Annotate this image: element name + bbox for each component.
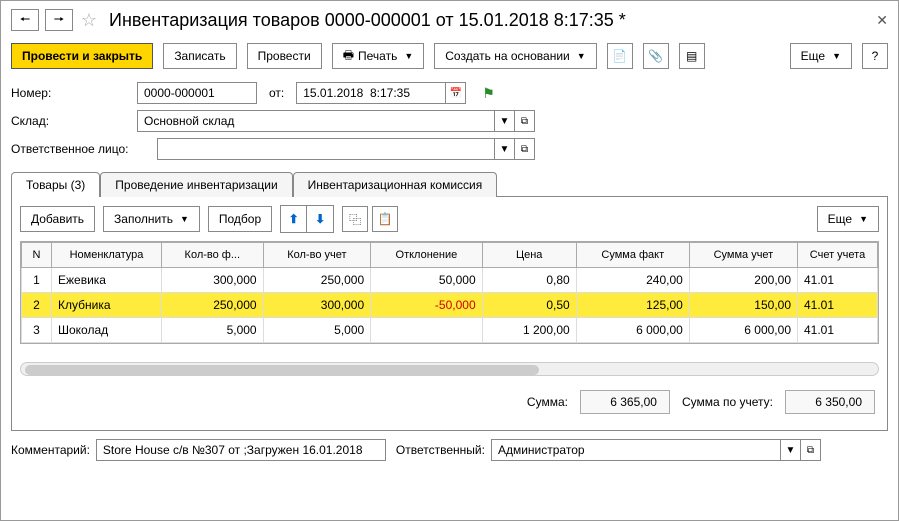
sum-value: 6 365,00 bbox=[580, 390, 670, 414]
nav-back-button[interactable]: 🠔 bbox=[11, 9, 39, 31]
print-button[interactable]: 🖶 Печать ▼ bbox=[332, 43, 425, 69]
chevron-down-icon: ▼ bbox=[859, 214, 868, 224]
col-nomenclature: Номенклатура bbox=[52, 243, 162, 268]
tab-goods[interactable]: Товары (3) bbox=[11, 172, 100, 197]
printer-icon: 🖶 bbox=[343, 46, 354, 67]
number-label: Номер: bbox=[11, 86, 131, 100]
chevron-down-icon: ▼ bbox=[404, 51, 413, 61]
tab-more-button[interactable]: Еще ▼ bbox=[817, 206, 879, 232]
dropdown-icon[interactable]: ▼ bbox=[495, 110, 515, 132]
tab-inventory[interactable]: Проведение инвентаризации bbox=[100, 172, 292, 197]
comment-label: Комментарий: bbox=[11, 443, 90, 457]
dropdown-icon[interactable]: ▼ bbox=[495, 138, 515, 160]
close-icon[interactable]: ✕ bbox=[876, 12, 888, 29]
col-sum-acc: Сумма учет bbox=[689, 243, 797, 268]
scroll-thumb[interactable] bbox=[25, 365, 539, 375]
footer-responsible-label: Ответственный: bbox=[396, 443, 485, 457]
open-icon[interactable]: ⧉ bbox=[801, 439, 821, 461]
favorite-icon[interactable]: ☆ bbox=[79, 10, 99, 30]
col-qty-acc: Кол-во учет bbox=[263, 243, 371, 268]
sum-acc-label: Сумма по учету: bbox=[682, 395, 773, 409]
window-title: Инвентаризация товаров 0000-000001 от 15… bbox=[109, 10, 626, 31]
sum-label: Сумма: bbox=[527, 395, 568, 409]
post-and-close-button[interactable]: Провести и закрыть bbox=[11, 43, 153, 69]
warehouse-input[interactable] bbox=[137, 110, 495, 132]
status-check-icon: ⚑ bbox=[482, 85, 495, 102]
col-deviation: Отклонение bbox=[371, 243, 482, 268]
responsible-input[interactable] bbox=[157, 138, 495, 160]
post-button[interactable]: Провести bbox=[247, 43, 322, 69]
from-label: от: bbox=[269, 86, 284, 100]
responsible-label: Ответственное лицо: bbox=[11, 142, 151, 156]
report-icon-button[interactable]: 📄 bbox=[607, 43, 633, 69]
date-input[interactable] bbox=[296, 82, 446, 104]
chevron-down-icon: ▼ bbox=[577, 51, 586, 61]
col-account: Счет учета bbox=[798, 243, 878, 268]
sum-acc-value: 6 350,00 bbox=[785, 390, 875, 414]
col-n: N bbox=[22, 243, 52, 268]
nav-forward-button[interactable]: 🠖 bbox=[45, 9, 73, 31]
chevron-down-icon: ▼ bbox=[180, 214, 189, 224]
copy-icon-button[interactable]: ⿻ bbox=[342, 206, 368, 232]
col-qty-fact: Кол-во ф... bbox=[162, 243, 264, 268]
horizontal-scrollbar[interactable] bbox=[20, 362, 879, 376]
calendar-icon[interactable]: 📅 bbox=[446, 82, 466, 104]
col-sum-fact: Сумма факт bbox=[576, 243, 689, 268]
fill-button[interactable]: Заполнить ▼ bbox=[103, 206, 200, 232]
tab-commission[interactable]: Инвентаризационная комиссия bbox=[293, 172, 498, 197]
select-button[interactable]: Подбор bbox=[208, 206, 272, 232]
footer-responsible-input[interactable] bbox=[491, 439, 781, 461]
paste-icon-button[interactable]: 📋 bbox=[372, 206, 398, 232]
create-based-button[interactable]: Создать на основании ▼ bbox=[434, 43, 596, 69]
table-row[interactable]: 2Клубника250,000300,000-50,0000,50125,00… bbox=[22, 293, 878, 318]
number-input[interactable] bbox=[137, 82, 257, 104]
dropdown-icon[interactable]: ▼ bbox=[781, 439, 801, 461]
help-button[interactable]: ? bbox=[862, 43, 888, 69]
table-row[interactable]: 1Ежевика300,000250,00050,0000,80240,0020… bbox=[22, 268, 878, 293]
move-up-button[interactable]: ⬆ bbox=[281, 206, 307, 232]
list-icon-button[interactable]: ▤ bbox=[679, 43, 705, 69]
comment-input[interactable] bbox=[96, 439, 386, 461]
open-icon[interactable]: ⧉ bbox=[515, 110, 535, 132]
more-button[interactable]: Еще ▼ bbox=[790, 43, 852, 69]
table-row[interactable]: 3Шоколад5,0005,0001 200,006 000,006 000,… bbox=[22, 318, 878, 343]
move-down-button[interactable]: ⬇ bbox=[307, 206, 333, 232]
add-button[interactable]: Добавить bbox=[20, 206, 95, 232]
open-icon[interactable]: ⧉ bbox=[515, 138, 535, 160]
col-price: Цена bbox=[482, 243, 576, 268]
goods-table[interactable]: N Номенклатура Кол-во ф... Кол-во учет О… bbox=[21, 242, 878, 343]
write-button[interactable]: Записать bbox=[163, 43, 236, 69]
warehouse-label: Склад: bbox=[11, 114, 131, 128]
attachment-icon-button[interactable]: 📎 bbox=[643, 43, 669, 69]
chevron-down-icon: ▼ bbox=[832, 51, 841, 61]
